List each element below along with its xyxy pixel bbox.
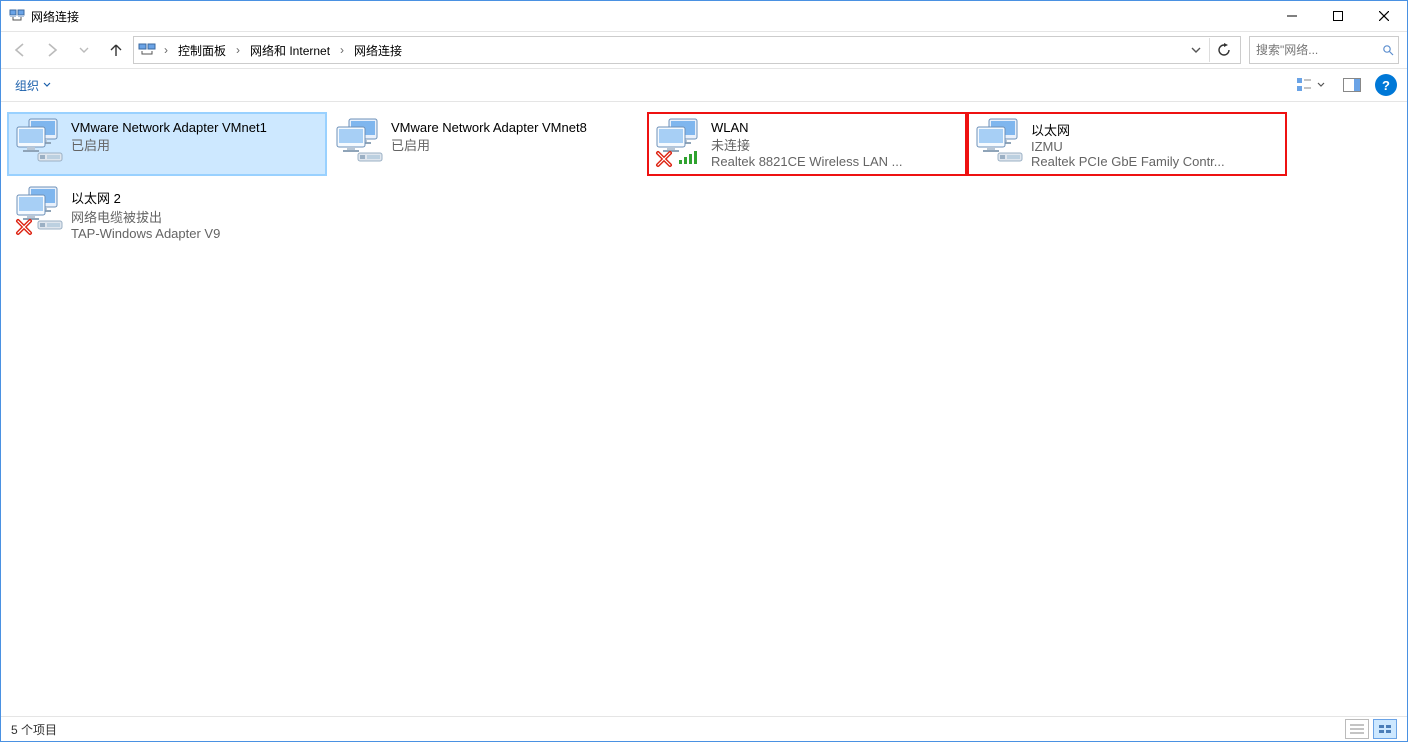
connection-name: 以太网 2 bbox=[71, 188, 319, 207]
item-count: 5 个项目 bbox=[11, 721, 57, 738]
connection-item[interactable]: 以太网 2网络电缆被拔出TAP-Windows Adapter V9 bbox=[7, 180, 327, 244]
breadcrumb-separator[interactable]: › bbox=[162, 43, 170, 57]
forward-button[interactable] bbox=[37, 36, 67, 64]
view-options-button[interactable] bbox=[1293, 76, 1329, 94]
refresh-button[interactable] bbox=[1209, 38, 1238, 62]
maximize-button[interactable] bbox=[1315, 1, 1361, 31]
connection-name: 以太网 bbox=[1031, 120, 1279, 139]
search-input[interactable] bbox=[1254, 42, 1378, 58]
back-button[interactable] bbox=[5, 36, 35, 64]
connection-text: 以太网 2网络电缆被拔出TAP-Windows Adapter V9 bbox=[71, 186, 319, 241]
network-adapter-icon bbox=[655, 118, 711, 174]
connection-status: IZMU bbox=[1031, 139, 1279, 154]
close-button[interactable] bbox=[1361, 1, 1407, 31]
view-details-button[interactable] bbox=[1345, 719, 1369, 739]
network-adapter-icon bbox=[15, 118, 71, 174]
connection-status: 已启用 bbox=[391, 135, 639, 154]
organize-label: 组织 bbox=[15, 77, 39, 94]
connection-item[interactable]: VMware Network Adapter VMnet1已启用 bbox=[7, 112, 327, 176]
connection-item[interactable]: WLAN未连接Realtek 8821CE Wireless LAN ... bbox=[647, 112, 967, 176]
connection-text: 以太网IZMURealtek PCIe GbE Family Contr... bbox=[1031, 118, 1279, 169]
connection-name: VMware Network Adapter VMnet1 bbox=[71, 120, 319, 135]
connection-status: 未连接 bbox=[711, 135, 959, 154]
connection-status: 网络电缆被拔出 bbox=[71, 207, 319, 226]
breadcrumb-separator[interactable]: › bbox=[234, 43, 242, 57]
connection-device: Realtek PCIe GbE Family Contr... bbox=[1031, 154, 1279, 169]
breadcrumb-control-panel[interactable]: 控制面板 bbox=[174, 40, 230, 61]
breadcrumb-network-internet[interactable]: 网络和 Internet bbox=[246, 40, 334, 61]
title-bar: 网络连接 bbox=[1, 1, 1407, 31]
connection-item[interactable]: 以太网IZMURealtek PCIe GbE Family Contr... bbox=[967, 112, 1287, 176]
preview-pane-button[interactable] bbox=[1339, 76, 1365, 94]
search-box[interactable] bbox=[1249, 36, 1399, 64]
connection-text: WLAN未连接Realtek 8821CE Wireless LAN ... bbox=[711, 118, 959, 169]
breadcrumb-separator[interactable]: › bbox=[338, 43, 346, 57]
address-icon bbox=[138, 41, 156, 59]
connection-item[interactable]: VMware Network Adapter VMnet8已启用 bbox=[327, 112, 647, 176]
window-title: 网络连接 bbox=[31, 8, 79, 25]
connections-list: VMware Network Adapter VMnet1已启用 VMware … bbox=[1, 102, 1407, 716]
breadcrumb-network-connections[interactable]: 网络连接 bbox=[350, 40, 406, 61]
search-icon bbox=[1382, 44, 1394, 56]
window-controls bbox=[1269, 1, 1407, 31]
connection-name: VMware Network Adapter VMnet8 bbox=[391, 120, 639, 135]
address-dropdown-button[interactable] bbox=[1187, 38, 1205, 62]
network-adapter-icon bbox=[975, 118, 1031, 174]
address-bar[interactable]: › 控制面板 › 网络和 Internet › 网络连接 bbox=[133, 36, 1241, 64]
organize-button[interactable]: 组织 bbox=[11, 75, 55, 96]
status-bar: 5 个项目 bbox=[1, 716, 1407, 741]
network-adapter-icon bbox=[335, 118, 391, 174]
chevron-down-icon bbox=[1317, 81, 1325, 89]
connection-name: WLAN bbox=[711, 120, 959, 135]
connection-text: VMware Network Adapter VMnet8已启用 bbox=[391, 118, 639, 154]
up-button[interactable] bbox=[101, 36, 131, 64]
connection-device: TAP-Windows Adapter V9 bbox=[71, 226, 319, 241]
navigation-bar: › 控制面板 › 网络和 Internet › 网络连接 bbox=[1, 31, 1407, 69]
connection-device: Realtek 8821CE Wireless LAN ... bbox=[711, 154, 959, 169]
help-button[interactable]: ? bbox=[1375, 74, 1397, 96]
connection-status: 已启用 bbox=[71, 135, 319, 154]
chevron-down-icon bbox=[43, 81, 51, 89]
toolbar-right: ? bbox=[1293, 74, 1397, 96]
network-adapter-icon bbox=[15, 186, 71, 242]
recent-locations-button[interactable] bbox=[69, 36, 99, 64]
command-bar: 组织 ? bbox=[1, 69, 1407, 102]
explorer-window: 网络连接 bbox=[0, 0, 1408, 742]
view-large-icons-button[interactable] bbox=[1373, 719, 1397, 739]
title-icon bbox=[9, 8, 25, 24]
connection-text: VMware Network Adapter VMnet1已启用 bbox=[71, 118, 319, 154]
minimize-button[interactable] bbox=[1269, 1, 1315, 31]
